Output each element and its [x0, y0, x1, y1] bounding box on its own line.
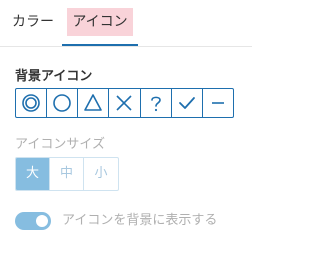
background-icon-heading: 背景アイコン — [15, 69, 93, 84]
option-check[interactable] — [172, 89, 203, 117]
tab-icon[interactable]: アイコン — [67, 8, 133, 36]
active-tab-indicator — [62, 44, 138, 46]
size-medium-button[interactable]: 中 — [50, 158, 84, 190]
double-circle-icon — [22, 94, 40, 112]
option-double-circle[interactable] — [16, 89, 48, 117]
icon-size-selector: 大 中 小 — [15, 157, 119, 191]
size-large-button[interactable]: 大 — [16, 158, 50, 190]
size-small-button[interactable]: 小 — [84, 158, 118, 190]
option-minus[interactable] — [203, 89, 233, 117]
triangle-icon — [84, 94, 103, 111]
option-question[interactable] — [141, 89, 172, 117]
tab-color[interactable]: カラー — [8, 8, 58, 36]
minus-icon — [211, 102, 224, 104]
show-icon-label: アイコンを背景に表示する — [62, 213, 218, 228]
background-icon-selector — [15, 88, 234, 118]
check-icon — [178, 97, 195, 109]
option-triangle[interactable] — [78, 89, 110, 117]
circle-icon — [53, 94, 72, 112]
option-cross[interactable] — [109, 89, 141, 117]
show-icon-toggle[interactable] — [15, 212, 51, 230]
option-circle[interactable] — [47, 89, 79, 117]
tab-bar: カラー アイコン — [0, 0, 252, 47]
toggle-knob — [36, 215, 48, 227]
cross-icon — [116, 95, 133, 111]
question-icon — [150, 96, 161, 112]
icon-size-label: アイコンサイズ — [15, 137, 105, 152]
